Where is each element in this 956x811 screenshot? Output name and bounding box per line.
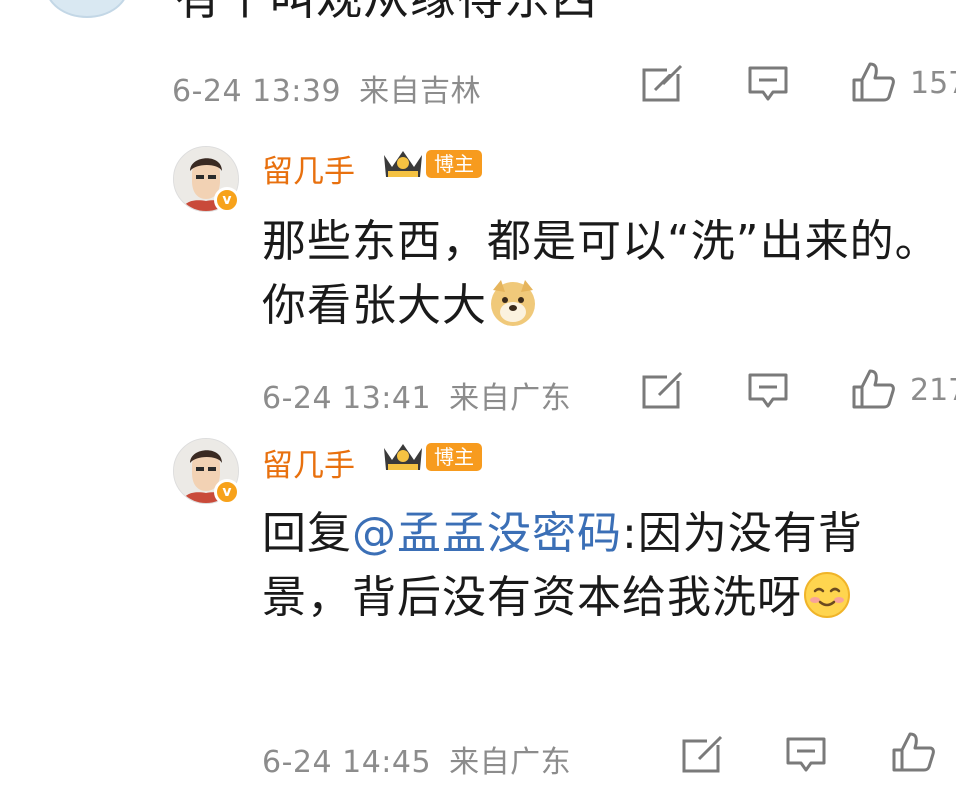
- blogger-badge: 博主: [426, 150, 482, 178]
- comment-timestamp: 6-24 13:39: [172, 74, 342, 109]
- like-icon[interactable]: [890, 730, 936, 774]
- share-icon[interactable]: [641, 64, 683, 104]
- reply-prefix: 回复: [262, 508, 352, 559]
- mention-link[interactable]: @孟孟没密码: [352, 508, 622, 559]
- reply-text-content: 那些东西，都是可以“洗”出来的。你看张大大: [262, 216, 940, 331]
- comment-meta: 6-24 13:39 来自吉林: [172, 66, 481, 110]
- reply-timestamp: 6-24 13:41: [262, 381, 432, 416]
- smile-emoji-icon: [804, 572, 850, 618]
- like-count: 217: [910, 373, 956, 408]
- share-icon[interactable]: [641, 371, 683, 411]
- crown-icon: [384, 444, 422, 470]
- username[interactable]: 留几手: [262, 440, 355, 485]
- share-icon[interactable]: [681, 735, 723, 775]
- verified-icon: v: [214, 187, 240, 213]
- comment-icon[interactable]: [785, 735, 827, 775]
- comment-icon[interactable]: [747, 64, 789, 104]
- verified-icon: v: [214, 479, 240, 505]
- reply-location: 来自广东: [449, 381, 572, 416]
- comment-text: 有个叫观从缘得东西: [175, 0, 598, 26]
- commenter-avatar[interactable]: [45, 0, 129, 18]
- comment-location: 来自吉林: [359, 74, 482, 109]
- like-count: 157: [910, 66, 956, 101]
- like-icon[interactable]: [850, 60, 896, 104]
- reply-text: 那些东西，都是可以“洗”出来的。你看张大大: [262, 210, 942, 338]
- reply-location: 来自广东: [449, 745, 572, 780]
- comment-icon[interactable]: [747, 371, 789, 411]
- username[interactable]: 留几手: [262, 146, 355, 191]
- blogger-badge: 博主: [426, 443, 482, 471]
- reply-text: 回复@孟孟没密码:因为没有背景，背后没有资本给我洗呀: [262, 502, 942, 630]
- crown-icon: [384, 151, 422, 177]
- reply-meta: 6-24 13:41 来自广东: [262, 373, 571, 417]
- reply-meta: 6-24 14:45 来自广东: [262, 737, 571, 781]
- like-icon[interactable]: [850, 367, 896, 411]
- reply-timestamp: 6-24 14:45: [262, 745, 432, 780]
- doge-emoji-icon: [491, 280, 535, 326]
